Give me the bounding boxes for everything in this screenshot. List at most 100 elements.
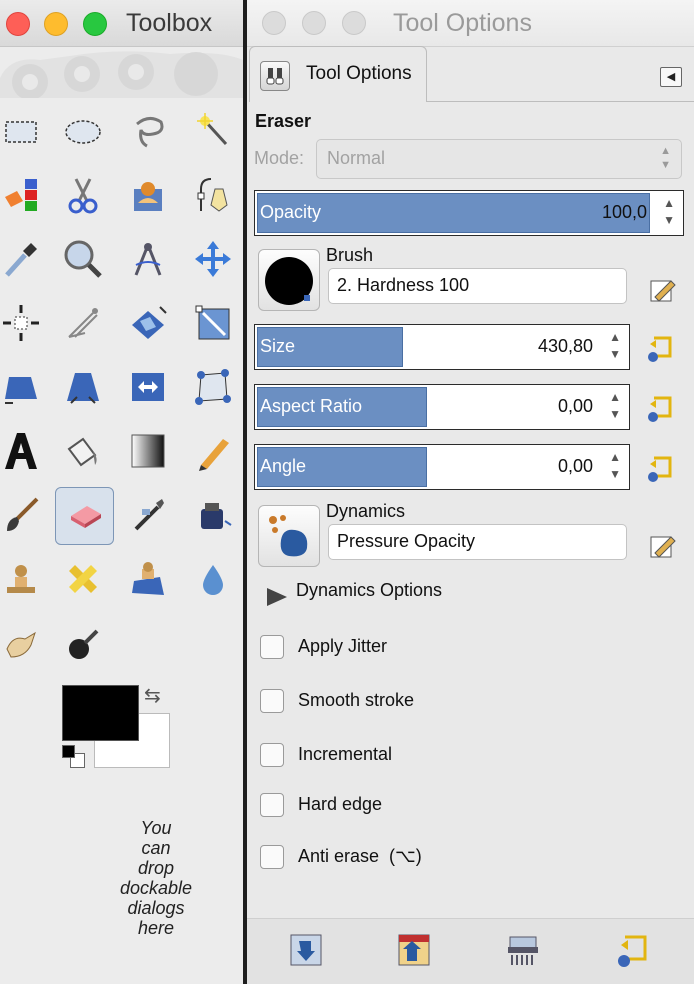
apply-jitter-checkbox[interactable] — [260, 635, 284, 659]
crop-icon[interactable] — [56, 296, 110, 350]
toolbox-window: Toolbox ⇆ You can drop dockable dialogs … — [0, 0, 243, 984]
move-icon[interactable] — [186, 232, 240, 286]
opacity-slider[interactable]: Opacity 100,0 ▲ ▼ — [254, 190, 684, 236]
fuzzy-select-icon[interactable] — [186, 104, 240, 158]
flip-icon[interactable] — [121, 360, 175, 414]
ink-icon[interactable] — [186, 488, 240, 542]
edit-brush-icon[interactable] — [647, 275, 677, 305]
bucket-fill-icon[interactable] — [56, 424, 110, 478]
tool-options-window: Tool Options Tool Options ◀ Eraser Mode:… — [247, 0, 694, 984]
reset-aspect-ratio-icon[interactable] — [644, 392, 674, 422]
reset-size-icon[interactable] — [644, 332, 674, 362]
default-colors-icon[interactable] — [62, 745, 75, 758]
save-options-icon[interactable] — [287, 931, 325, 969]
brush-value: 2. Hardness 100 — [337, 275, 470, 295]
mode-value: Normal — [327, 148, 386, 168]
close-button-inactive[interactable] — [262, 11, 286, 35]
reset-options-icon[interactable] — [613, 931, 651, 969]
opacity-stepper-icon[interactable]: ▲ ▼ — [663, 195, 675, 229]
angle-value: 0,00 — [557, 456, 593, 476]
gradient-icon[interactable] — [121, 424, 175, 478]
foreground-select-icon[interactable] — [121, 168, 175, 222]
dynamics-preview-button[interactable] — [258, 505, 320, 567]
size-stepper-icon[interactable]: ▲ ▼ — [609, 329, 621, 363]
text-icon[interactable] — [0, 424, 48, 478]
tab-divider — [427, 101, 694, 102]
measure-icon[interactable] — [121, 232, 175, 286]
smudge-icon[interactable] — [0, 616, 48, 670]
dynamics-options-expander[interactable]: Dynamics Options — [296, 580, 442, 601]
wilber-drop-zone — [0, 51, 243, 98]
brush-field[interactable]: 2. Hardness 100 — [328, 268, 627, 304]
reset-angle-icon[interactable] — [644, 452, 674, 482]
aspect-ratio-slider[interactable]: Aspect Ratio 0,00 ▲ ▼ — [254, 384, 630, 430]
mode-label: Mode: — [254, 148, 305, 168]
apply-jitter-label: Apply Jitter — [298, 636, 388, 656]
zoom-icon[interactable] — [56, 232, 110, 286]
incremental-checkbox[interactable] — [260, 743, 284, 767]
size-label: Size — [260, 336, 296, 356]
mode-select[interactable]: Normal ▲ ▼ — [316, 139, 682, 179]
color-picker-icon[interactable] — [0, 232, 48, 286]
opacity-value: 100,0 — [601, 202, 647, 222]
toolbox-titlebar: Toolbox — [0, 0, 243, 47]
expander-arrow-icon[interactable] — [265, 586, 289, 608]
angle-stepper-icon[interactable]: ▲ ▼ — [609, 449, 621, 483]
angle-label: Angle — [260, 456, 307, 476]
angle-slider[interactable]: Angle 0,00 ▲ ▼ — [254, 444, 630, 490]
foreground-color-swatch[interactable] — [62, 685, 139, 741]
paintbrush-icon[interactable] — [0, 488, 48, 542]
restore-options-icon[interactable] — [395, 931, 433, 969]
paths-icon[interactable] — [186, 168, 240, 222]
free-select-icon[interactable] — [121, 104, 175, 158]
aspect-ratio-label: Aspect Ratio — [260, 396, 363, 416]
dynamics-value: Pressure Opacity — [337, 531, 476, 551]
size-slider[interactable]: Size 430,80 ▲ ▼ — [254, 324, 630, 370]
edit-dynamics-icon[interactable] — [647, 531, 677, 561]
dodge-burn-icon[interactable] — [56, 616, 110, 670]
cage-transform-icon[interactable] — [186, 360, 240, 414]
tool-name: Eraser — [255, 111, 312, 131]
tool-options-titlebar: Tool Options — [247, 0, 694, 47]
brush-label: Brush — [326, 245, 374, 265]
anti-erase-label: Anti erase (⌥) — [298, 846, 422, 866]
handle-transform-icon[interactable] — [186, 296, 240, 350]
blur-icon[interactable] — [186, 552, 240, 606]
perspective-icon[interactable] — [0, 360, 48, 414]
size-value: 430,80 — [537, 336, 593, 356]
aspect-ratio-value: 0,00 — [557, 396, 593, 416]
perspective-clone-icon[interactable] — [121, 552, 175, 606]
delete-options-icon[interactable] — [504, 931, 542, 969]
rect-select-icon[interactable] — [0, 104, 48, 158]
opacity-label: Opacity — [260, 202, 322, 222]
select-by-color-icon[interactable] — [0, 168, 48, 222]
tool-options-icon — [260, 61, 290, 91]
clone-icon[interactable] — [0, 552, 48, 606]
airbrush-icon[interactable] — [121, 488, 175, 542]
smooth-stroke-checkbox[interactable] — [260, 689, 284, 713]
minimize-button[interactable] — [44, 12, 68, 36]
anti-erase-checkbox[interactable] — [260, 845, 284, 869]
aspect-ratio-stepper-icon[interactable]: ▲ ▼ — [609, 389, 621, 423]
drop-dialogs-hint: You can drop dockable dialogs here — [119, 818, 193, 938]
align-icon[interactable] — [0, 296, 48, 350]
tab-menu-button[interactable]: ◀ — [660, 67, 682, 87]
unified-transform-icon[interactable] — [121, 296, 175, 350]
warp-transform-icon[interactable] — [56, 360, 110, 414]
scissors-select-icon[interactable] — [56, 168, 110, 222]
close-button[interactable] — [6, 12, 30, 36]
swap-colors-icon[interactable]: ⇆ — [144, 683, 161, 708]
dynamics-field[interactable]: Pressure Opacity — [328, 524, 627, 560]
heal-icon[interactable] — [56, 552, 110, 606]
minimize-button-inactive[interactable] — [302, 11, 326, 35]
pencil-icon[interactable] — [186, 424, 240, 478]
eraser-icon[interactable] — [55, 487, 114, 545]
hard-edge-checkbox[interactable] — [260, 793, 284, 817]
zoom-button[interactable] — [83, 12, 107, 36]
tab-tool-options[interactable]: Tool Options — [249, 46, 427, 102]
zoom-button-inactive[interactable] — [342, 11, 366, 35]
smooth-stroke-label: Smooth stroke — [298, 690, 415, 710]
bottom-toolbar — [247, 918, 694, 984]
brush-preview-button[interactable] — [258, 249, 320, 311]
ellipse-select-icon[interactable] — [56, 104, 110, 158]
